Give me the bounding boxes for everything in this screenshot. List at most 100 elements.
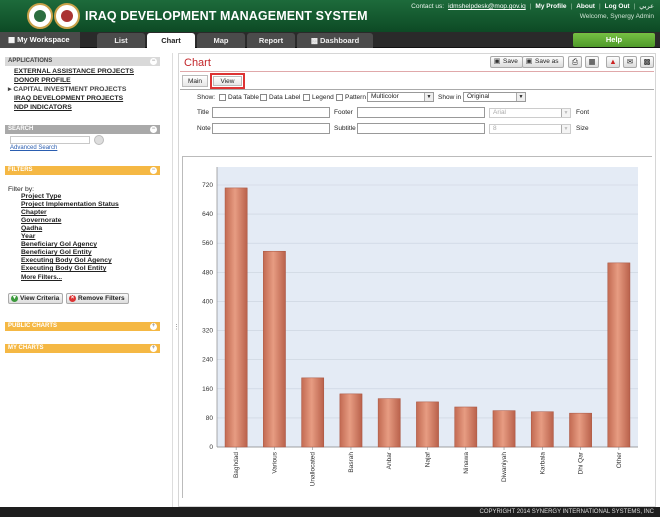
data-label-checkbox[interactable] xyxy=(260,94,267,101)
data-table-checkbox[interactable] xyxy=(219,94,226,101)
remove-filters-button[interactable]: × Remove Filters xyxy=(66,293,129,304)
search-icon[interactable] xyxy=(94,135,104,145)
email-icon[interactable]: ✉ xyxy=(623,56,637,68)
footer-input[interactable] xyxy=(357,107,485,118)
subtab-divider xyxy=(180,89,654,90)
bar xyxy=(263,250,286,448)
export-excel-icon[interactable]: ▦ xyxy=(585,56,599,68)
filter-executing-entity[interactable]: Executing Body GoI Entity xyxy=(21,265,106,273)
public-charts-panel-header[interactable]: PUBLIC CHARTS + xyxy=(5,322,160,331)
note-input[interactable] xyxy=(212,123,330,134)
search-panel-header[interactable]: SEARCH − xyxy=(5,125,160,134)
tab-dashboard-label: Dashboard xyxy=(320,36,360,45)
legend-checkbox[interactable] xyxy=(303,94,310,101)
bar xyxy=(377,398,401,448)
filter-chapter[interactable]: Chapter xyxy=(21,209,47,217)
about-link[interactable]: About xyxy=(576,3,595,10)
filter-qadha[interactable]: Qadha xyxy=(21,225,42,233)
collapse-icon[interactable]: − xyxy=(150,58,157,65)
tab-map[interactable]: Map xyxy=(197,33,245,48)
app-link-ndp-indicators[interactable]: NDP INDICATORS xyxy=(14,103,72,112)
y-tick-label: 560 xyxy=(202,240,213,247)
header-links: Contact us: idmshelpdesk@mop.gov.iq | My Pr… xyxy=(411,3,654,10)
collapse-icon[interactable]: − xyxy=(150,167,157,174)
y-tick-label: 640 xyxy=(202,211,213,218)
app-current-capital-investment: ▸ CAPITAL INVESTMENT PROJECTS xyxy=(8,85,126,94)
title-field-label: Title xyxy=(197,109,210,116)
my-workspace-button[interactable]: ▦ My Workspace xyxy=(0,32,80,48)
collapse-icon[interactable]: − xyxy=(150,126,157,133)
filter-year[interactable]: Year xyxy=(21,233,35,241)
bar xyxy=(454,406,478,448)
welcome-text: Welcome, Synergy Admin xyxy=(579,13,654,20)
show-in-select[interactable]: Original ▼ xyxy=(463,92,526,102)
sidebar-splitter[interactable]: ⋮ xyxy=(172,53,180,507)
x-tick-label: Anbar xyxy=(386,451,393,469)
bar-chart: 0 80 160 240 320 400 480 560 640 720 Baghdad Variou… xyxy=(183,157,653,499)
dashboard-icon: ▩ xyxy=(310,36,318,45)
export-image-icon[interactable]: ▩ xyxy=(640,56,654,68)
save-button[interactable]: ▣ Save xyxy=(490,56,523,68)
bar xyxy=(224,187,248,448)
x-tick-label: Other xyxy=(616,451,623,468)
app-link-external-assistance[interactable]: EXTERNAL ASSISTANCE PROJECTS xyxy=(14,67,134,76)
legend-label: Legend xyxy=(312,94,334,101)
y-tick-label: 400 xyxy=(202,298,213,305)
my-charts-panel-header[interactable]: MY CHARTS + xyxy=(5,344,160,353)
print-icon[interactable]: ⎙ xyxy=(568,56,582,68)
advanced-search-link[interactable]: Advanced Search xyxy=(10,145,57,151)
size-select[interactable]: 8 ▼ xyxy=(489,124,571,134)
applications-panel-header[interactable]: APPLICATIONS − xyxy=(5,57,160,66)
filters-panel-header[interactable]: FILTERS − xyxy=(5,166,160,175)
help-button[interactable]: Help xyxy=(573,33,655,47)
title-input[interactable] xyxy=(212,107,330,118)
app-current-label: CAPITAL INVESTMENT PROJECTS xyxy=(13,86,127,93)
funnel-icon: ▼ xyxy=(11,295,18,302)
export-pdf-icon[interactable]: ▲ xyxy=(606,56,620,68)
font-field-label: Font xyxy=(576,109,590,116)
filter-beneficiary-agency[interactable]: Beneficiary GoI Agency xyxy=(21,241,97,249)
view-criteria-button[interactable]: ▼ View Criteria xyxy=(8,293,64,304)
font-select[interactable]: Arial ▼ xyxy=(489,108,571,118)
show-in-value: Original xyxy=(467,93,490,100)
expand-icon[interactable]: + xyxy=(150,345,157,352)
view-criteria-label: View Criteria xyxy=(20,295,60,302)
pattern-label: Pattern xyxy=(345,94,366,101)
y-tick-label: 0 xyxy=(209,444,213,451)
tab-report[interactable]: Report xyxy=(247,33,295,48)
pattern-checkbox[interactable] xyxy=(336,94,343,101)
color-scheme-select[interactable]: Multicolor ▼ xyxy=(367,92,434,102)
log-out-link[interactable]: Log Out xyxy=(605,3,630,10)
subtitle-field-label: Subtitle xyxy=(334,125,356,132)
save-as-label: Save as xyxy=(535,58,559,65)
save-as-button[interactable]: ▣ Save as xyxy=(522,56,564,68)
arabic-language-link[interactable]: عربي xyxy=(639,3,654,10)
app-link-iraq-development[interactable]: IRAQ DEVELOPMENT PROJECTS xyxy=(14,94,123,103)
filter-governorate[interactable]: Governorate xyxy=(21,217,61,225)
tab-dashboard[interactable]: ▩ Dashboard xyxy=(297,33,373,48)
data-table-label: Data Table xyxy=(228,94,259,101)
show-in-label: Show in xyxy=(438,94,462,101)
more-filters-link[interactable]: More Filters... xyxy=(21,274,62,282)
tab-list[interactable]: List xyxy=(97,33,145,48)
bar xyxy=(569,412,592,448)
x-tick-label: Ninawa xyxy=(463,452,470,474)
subtab-view[interactable]: View xyxy=(210,73,245,89)
x-tick-label: Karbala xyxy=(539,452,546,475)
x-tick-label: Unallocated xyxy=(310,452,317,487)
search-input[interactable] xyxy=(10,136,90,144)
filter-implementation-status[interactable]: Project Implementation Status xyxy=(21,201,119,209)
contact-email-link[interactable]: idmshelpdesk@mop.gov.iq xyxy=(448,3,526,10)
my-profile-link[interactable]: My Profile xyxy=(535,3,566,10)
subtitle-input[interactable] xyxy=(357,123,485,134)
filter-project-type[interactable]: Project Type xyxy=(21,193,61,201)
app-link-donor-profile[interactable]: DONOR PROFILE xyxy=(14,76,71,85)
tab-chart[interactable]: Chart xyxy=(147,33,195,49)
filter-beneficiary-entity[interactable]: Beneficiary GoI Entity xyxy=(21,249,92,257)
subtab-main[interactable]: Main xyxy=(182,75,208,87)
filter-executing-agency[interactable]: Executing Body GoI Agency xyxy=(21,257,112,265)
expand-icon[interactable]: + xyxy=(150,323,157,330)
my-workspace-label: My Workspace xyxy=(17,35,70,44)
color-scheme-value: Multicolor xyxy=(371,93,399,100)
search-title: SEARCH xyxy=(8,126,34,132)
